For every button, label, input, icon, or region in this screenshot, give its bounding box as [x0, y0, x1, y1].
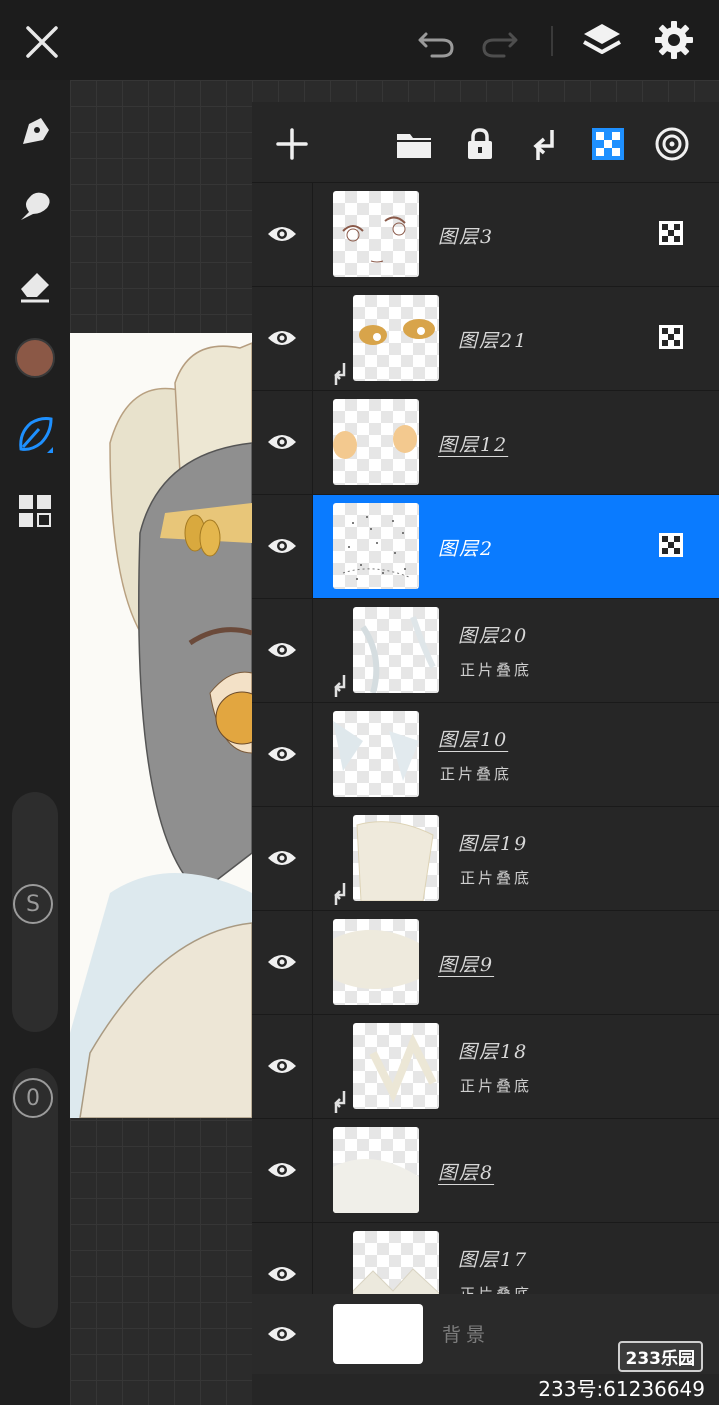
watermark-id: 233号:61236649	[538, 1377, 705, 1401]
redo-icon[interactable]	[478, 22, 522, 62]
layers-panel-toolbar	[252, 102, 719, 183]
eye-icon[interactable]	[260, 422, 304, 462]
clip-arrow-icon	[330, 361, 350, 387]
layers-icon[interactable]	[580, 18, 624, 62]
layer-thumbnail	[333, 399, 419, 485]
blend-mode-label: 正片叠底	[460, 869, 533, 887]
layer-name: 图层19	[458, 833, 529, 855]
clip-arrow-icon	[330, 1089, 350, 1115]
layer-row[interactable]: 图层20 正片叠底	[252, 599, 719, 703]
eye-icon[interactable]	[260, 1150, 304, 1190]
eye-icon[interactable]	[260, 734, 304, 774]
layer-row[interactable]: 图层12	[252, 391, 719, 495]
layer-row[interactable]: 图层8	[252, 1119, 719, 1223]
eye-icon[interactable]	[260, 630, 304, 670]
clip-mask-icon[interactable]	[522, 122, 566, 166]
alpha-lock-indicator-icon[interactable]	[658, 220, 684, 246]
eraser-tool-icon[interactable]	[10, 260, 60, 310]
color-swatch[interactable]	[10, 333, 60, 383]
row-divider	[312, 1015, 313, 1118]
brush-size-slider[interactable]: S	[12, 792, 58, 1032]
alpha-lock-indicator-icon[interactable]	[658, 324, 684, 350]
toolbar-divider	[551, 26, 553, 56]
layer-row[interactable]: 图层19 正片叠底	[252, 807, 719, 911]
blend-mode-label: 正片叠底	[440, 765, 513, 783]
background-label: 背景	[442, 1324, 491, 1346]
layer-name: 图层10	[438, 729, 509, 751]
layer-name: 图层9	[438, 954, 495, 976]
layer-name: 图层8	[438, 1162, 495, 1184]
size-slider-knob[interactable]: S	[13, 884, 53, 924]
layer-thumbnail	[333, 503, 419, 589]
row-divider	[312, 807, 313, 910]
layer-name: 图层17	[458, 1249, 529, 1271]
layer-thumbnail	[333, 919, 419, 1005]
layer-row[interactable]: 图层9	[252, 911, 719, 1015]
lock-icon[interactable]	[458, 122, 502, 166]
layer-name: 图层20	[458, 625, 529, 647]
undo-icon[interactable]	[414, 22, 458, 62]
layer-row[interactable]: 图层21	[252, 287, 719, 391]
eye-icon[interactable]	[260, 526, 304, 566]
layer-thumbnail	[353, 815, 439, 901]
layer-thumbnail	[333, 191, 419, 277]
blend-mode-label: 正片叠底	[460, 1077, 533, 1095]
layer-name: 图层3	[438, 226, 495, 248]
eye-icon[interactable]	[260, 318, 304, 358]
row-divider	[312, 599, 313, 702]
row-divider	[312, 495, 313, 598]
blend-mode-label: 正片叠底	[460, 661, 533, 679]
row-divider	[312, 287, 313, 390]
opacity-slider-knob[interactable]: 0	[13, 1078, 53, 1118]
layer-row[interactable]: 图层10 正片叠底	[252, 703, 719, 807]
eye-icon[interactable]	[260, 1314, 304, 1354]
layer-thumbnail	[353, 607, 439, 693]
close-icon[interactable]	[22, 22, 62, 62]
row-divider	[312, 183, 313, 286]
artwork-illustration	[70, 333, 252, 1118]
blend-mode-icon[interactable]	[650, 122, 694, 166]
background-thumbnail	[333, 1304, 423, 1364]
eye-icon[interactable]	[260, 1254, 304, 1294]
layer-thumbnail	[333, 711, 419, 797]
layer-row[interactable]: 图层3	[252, 183, 719, 287]
alpha-lock-icon[interactable]	[586, 122, 630, 166]
row-divider	[312, 391, 313, 494]
layer-thumbnail	[353, 295, 439, 381]
opacity-slider[interactable]: 0	[12, 1068, 58, 1328]
clip-arrow-icon	[330, 673, 350, 699]
layer-name: 图层21	[458, 330, 529, 352]
left-toolbar: S 0	[0, 80, 70, 1405]
smudge-tool-icon[interactable]	[10, 181, 60, 231]
layer-name: 图层18	[458, 1041, 529, 1063]
top-bar	[0, 0, 719, 80]
gallery-grid-icon[interactable]	[10, 486, 60, 536]
alpha-lock-indicator-icon[interactable]	[658, 532, 684, 558]
eye-icon[interactable]	[260, 214, 304, 254]
layer-name: 图层12	[438, 434, 509, 456]
layer-row[interactable]: 图层18 正片叠底	[252, 1015, 719, 1119]
pen-tool-icon[interactable]	[10, 105, 60, 155]
clip-arrow-icon	[330, 881, 350, 907]
row-divider	[312, 1119, 313, 1222]
add-layer-icon[interactable]	[270, 122, 314, 166]
layer-thumbnail	[353, 1023, 439, 1109]
gear-icon[interactable]	[652, 18, 696, 62]
folder-icon[interactable]	[392, 122, 436, 166]
brush-tool-icon[interactable]	[10, 410, 60, 460]
row-divider	[312, 703, 313, 806]
row-divider	[312, 911, 313, 1014]
artwork-canvas[interactable]	[70, 333, 252, 1118]
layer-thumbnail	[333, 1127, 419, 1213]
eye-icon[interactable]	[260, 1046, 304, 1086]
layer-name: 图层2	[438, 538, 495, 560]
layer-row[interactable]: 图层2	[252, 495, 719, 599]
eye-icon[interactable]	[260, 942, 304, 982]
watermark-badge: 233乐园	[617, 1341, 703, 1372]
eye-icon[interactable]	[260, 838, 304, 878]
